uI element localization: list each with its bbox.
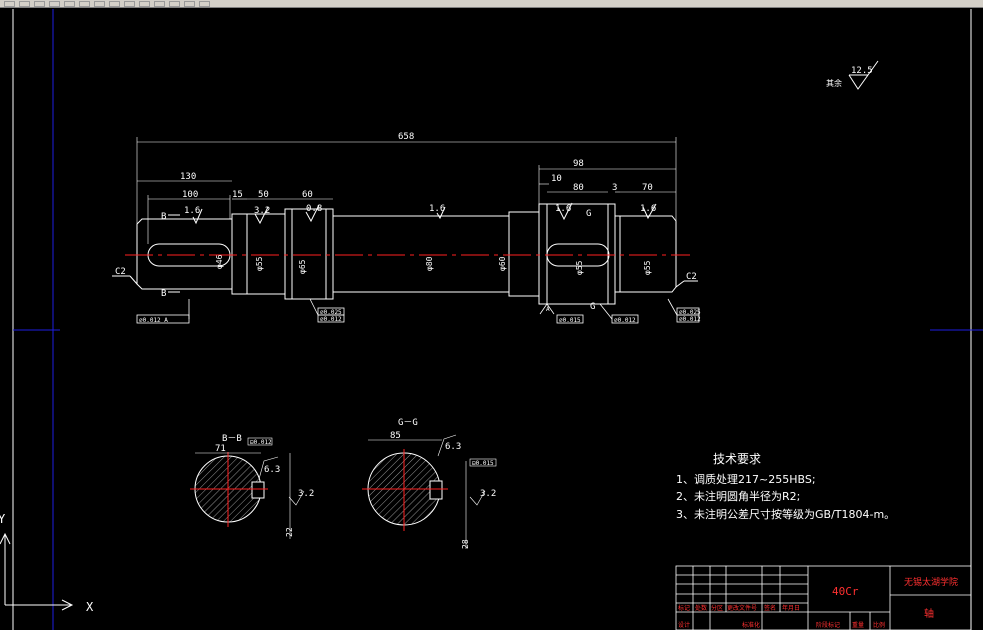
dia-d: φ80 [425, 256, 434, 271]
dia-c: φ65 [298, 259, 307, 274]
ucs-icon: X Y [0, 512, 94, 614]
shaft-view [136, 203, 677, 305]
section-gg-width: 85 [390, 431, 401, 441]
section-bb-rough: 6.3 [264, 465, 280, 475]
rough-a: 1.6 [184, 206, 200, 216]
tb-label-1: 标记 [678, 604, 690, 612]
section-g: G [590, 302, 595, 312]
section-gg: G－G 85 6.3 ⊟0.015 3.2 28 [362, 418, 497, 549]
print-icon[interactable] [49, 0, 60, 7]
notes-line-2: 2、未注明圆角半径为R2; [676, 489, 800, 503]
tb-label-4: 更改文件号 [727, 604, 757, 612]
paste-icon[interactable] [94, 0, 105, 7]
datum-a: A [546, 306, 550, 313]
tol-box-7: ⌀0.012 [679, 316, 701, 323]
tb-label-7: 设计 [678, 621, 690, 629]
technical-notes: 技术要求 1、调质处理217~255HBS; 2、未注明圆角半径为R2; 3、未… [676, 452, 895, 521]
dia-g: φ55 [643, 260, 652, 275]
cut-icon[interactable] [64, 0, 75, 7]
tolerance-frames: ⌀0.012 A ⌀0.025 ⌀0.012 ⌀0.015 ⌀0.012 ⌀0.… [136, 298, 701, 324]
tb-label-8: 标准化 [742, 621, 760, 629]
chamfer-notes: C2 C2 B B G G [112, 209, 698, 312]
tb-label-6: 年月日 [782, 604, 800, 612]
rough-f: 1.6 [640, 204, 656, 214]
undo-icon[interactable] [109, 0, 120, 7]
notes-line-1: 1、调质处理217~255HBS; [676, 473, 816, 486]
section-bb-height: 22 [285, 527, 294, 537]
redo-icon[interactable] [124, 0, 135, 7]
dimension-lines [136, 137, 677, 244]
tol-box-6: ⌀0.025 [679, 309, 701, 316]
tol-box-5: ⌀0.012 [614, 317, 636, 324]
new-icon[interactable] [4, 0, 15, 7]
section-g-top: G [586, 209, 591, 219]
tol-box-3: ⌀0.012 [320, 316, 342, 323]
dia-f: φ55 [575, 260, 584, 275]
dim-130: 130 [180, 172, 196, 182]
part-name: 轴 [924, 607, 934, 620]
ucs-x-label: X [86, 600, 94, 614]
drawing-canvas[interactable]: 其余 12.5 658 130 100 15 50 60 98 10 80 3 … [0, 9, 983, 630]
tb-label-11: 比例 [873, 621, 885, 629]
dim-total: 658 [398, 132, 414, 142]
section-bb-title: B－B [222, 434, 242, 444]
notes-title: 技术要求 [713, 452, 761, 466]
tol-box-2: ⌀0.025 [320, 309, 342, 316]
tb-label-3: 分区 [711, 604, 723, 612]
tol-box-1: ⌀0.012 A [139, 317, 168, 324]
diameter-labels: φ46 φ55 φ65 φ80 φ60 φ55 φ55 [215, 254, 652, 275]
tol-box-4: ⌀0.015 [559, 317, 581, 324]
dim-70: 70 [642, 183, 653, 193]
dim-50: 50 [258, 190, 269, 200]
dim-15: 15 [232, 190, 243, 200]
ucs-y-label: Y [0, 512, 6, 526]
save-icon[interactable] [34, 0, 45, 7]
school-name: 无锡太湖学院 [904, 576, 958, 588]
section-gg-box: ⊟0.015 [472, 460, 494, 467]
section-gg-height: 28 [461, 539, 470, 549]
tb-label-10: 重量 [852, 621, 864, 629]
properties-icon[interactable] [169, 0, 180, 7]
layer-icon[interactable] [184, 0, 195, 7]
dim-80: 80 [573, 183, 584, 193]
dim-60: 60 [302, 190, 313, 200]
zoom-icon[interactable] [154, 0, 165, 7]
dim-98: 98 [573, 159, 584, 169]
section-gg-title: G－G [398, 418, 418, 428]
tb-label-2: 处数 [695, 604, 707, 612]
section-bb: B－B 71 ⊟0.012 6.3 3.2 22 [190, 434, 314, 539]
dim-100: 100 [182, 190, 198, 200]
surface-note-label: 其余 [826, 78, 842, 88]
section-bb-box: ⊟0.012 [250, 439, 272, 446]
section-gg-rough2: 3.2 [480, 489, 496, 499]
section-bb-width: 71 [215, 444, 226, 454]
help-icon[interactable] [199, 0, 210, 7]
section-gg-rough: 6.3 [445, 442, 461, 452]
copy-icon[interactable] [79, 0, 90, 7]
tb-label-5: 签名 [764, 604, 776, 612]
pan-icon[interactable] [139, 0, 150, 7]
title-block [675, 565, 972, 630]
dim-3: 3 [612, 183, 617, 193]
material: 40Cr [832, 585, 859, 598]
dia-a: φ46 [215, 254, 224, 269]
rough-c: 0.8 [306, 204, 322, 214]
notes-line-3: 3、未注明公差尺寸按等级为GB/T1804-m。 [676, 507, 895, 521]
dia-b: φ55 [255, 256, 264, 271]
open-icon[interactable] [19, 0, 30, 7]
section-b-top: B [161, 212, 166, 222]
section-b-bottom: B [161, 289, 166, 299]
tb-label-9: 阶段标记 [816, 621, 840, 629]
dia-e: φ60 [498, 256, 507, 271]
surface-note: 其余 12.5 [826, 60, 879, 90]
cad-toolbar [0, 0, 983, 8]
dim-10: 10 [551, 174, 562, 184]
